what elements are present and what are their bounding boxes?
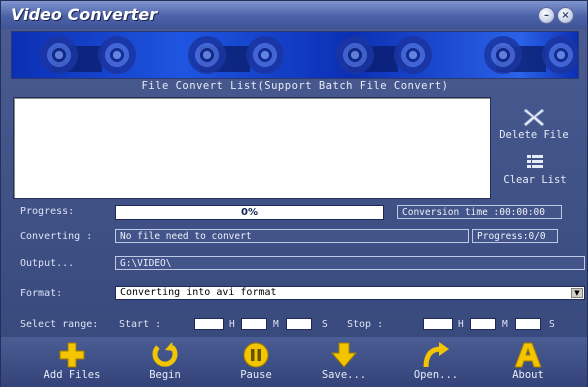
clear-list-icon — [527, 155, 543, 168]
refresh-icon — [152, 342, 178, 367]
add-files-label: Add Files — [43, 369, 101, 381]
film-reel-icon — [336, 36, 374, 74]
pause-button[interactable]: Pause — [216, 341, 296, 385]
start-minutes-input[interactable] — [241, 318, 267, 330]
start-seconds-input[interactable] — [286, 318, 312, 330]
letter-a-icon — [514, 342, 542, 368]
clear-list-label: Clear List — [503, 174, 567, 186]
progress-bar: 0% — [115, 205, 384, 220]
film-reel-icon — [40, 36, 78, 74]
format-select[interactable]: Converting into avi format ▼ — [115, 286, 585, 300]
about-label: About — [512, 369, 544, 381]
begin-button[interactable]: Begin — [125, 341, 205, 385]
window-title: Video Converter — [11, 5, 158, 24]
start-label: Start : — [119, 319, 162, 330]
start-hours-unit: H — [229, 319, 235, 330]
save-label: Save... — [321, 369, 367, 381]
select-range-label: Select range: — [20, 319, 99, 330]
plus-icon — [59, 342, 85, 368]
delete-x-icon — [523, 108, 545, 127]
curved-arrow-icon — [423, 342, 449, 368]
stop-label: Stop : — [347, 319, 384, 330]
converting-status: No file need to convert — [115, 229, 469, 243]
film-reel-icon — [98, 36, 136, 74]
progress-label: Progress: — [20, 206, 75, 217]
about-button[interactable]: About — [488, 341, 568, 385]
format-label: Format: — [20, 288, 63, 299]
add-files-button[interactable]: Add Files — [32, 341, 112, 385]
start-hours-input[interactable] — [194, 318, 224, 330]
film-reel-icon — [484, 36, 522, 74]
pause-label: Pause — [240, 369, 272, 381]
chevron-down-icon[interactable]: ▼ — [571, 288, 583, 298]
stop-minutes-unit: M — [502, 319, 508, 330]
clear-list-button[interactable]: Clear List — [494, 152, 576, 192]
progress-percent: 0% — [241, 207, 258, 218]
film-reel-icon — [542, 36, 578, 74]
close-button[interactable]: × — [557, 7, 574, 24]
start-seconds-unit: S — [322, 319, 328, 330]
output-path-field[interactable]: G:\VIDEO\ — [115, 256, 585, 270]
stop-hours-unit: H — [458, 319, 464, 330]
format-selected-value: Converting into avi format — [120, 287, 277, 298]
film-reel-banner — [11, 31, 579, 79]
file-convert-list[interactable] — [13, 97, 491, 199]
start-minutes-unit: M — [273, 319, 279, 330]
film-reel-icon — [394, 36, 432, 74]
main-window: Video Converter – × File Convert List(Su… — [0, 0, 588, 387]
title-bar[interactable]: Video Converter – × — [1, 1, 587, 29]
converting-label: Converting : — [20, 231, 93, 242]
pause-icon — [243, 342, 269, 368]
stop-minutes-input[interactable] — [470, 318, 496, 330]
progress-count: Progress:0/0 — [472, 229, 558, 243]
stop-hours-input[interactable] — [423, 318, 453, 330]
stop-seconds-unit: S — [549, 319, 555, 330]
film-reel-icon — [246, 36, 284, 74]
minimize-button[interactable]: – — [538, 7, 555, 24]
down-arrow-icon — [330, 342, 358, 368]
conversion-time: Conversion time :00:00:00 — [397, 205, 562, 219]
begin-label: Begin — [149, 369, 181, 381]
stop-seconds-input[interactable] — [515, 318, 541, 330]
delete-file-button[interactable]: Delete File — [493, 107, 575, 147]
delete-file-label: Delete File — [499, 129, 569, 141]
film-reel-icon — [188, 36, 226, 74]
output-label: Output... — [20, 258, 75, 269]
open-button[interactable]: Open... — [396, 341, 476, 385]
save-button[interactable]: Save... — [304, 341, 384, 385]
file-list-caption: File Convert List(Support Batch File Con… — [141, 80, 449, 92]
open-label: Open... — [413, 369, 459, 381]
